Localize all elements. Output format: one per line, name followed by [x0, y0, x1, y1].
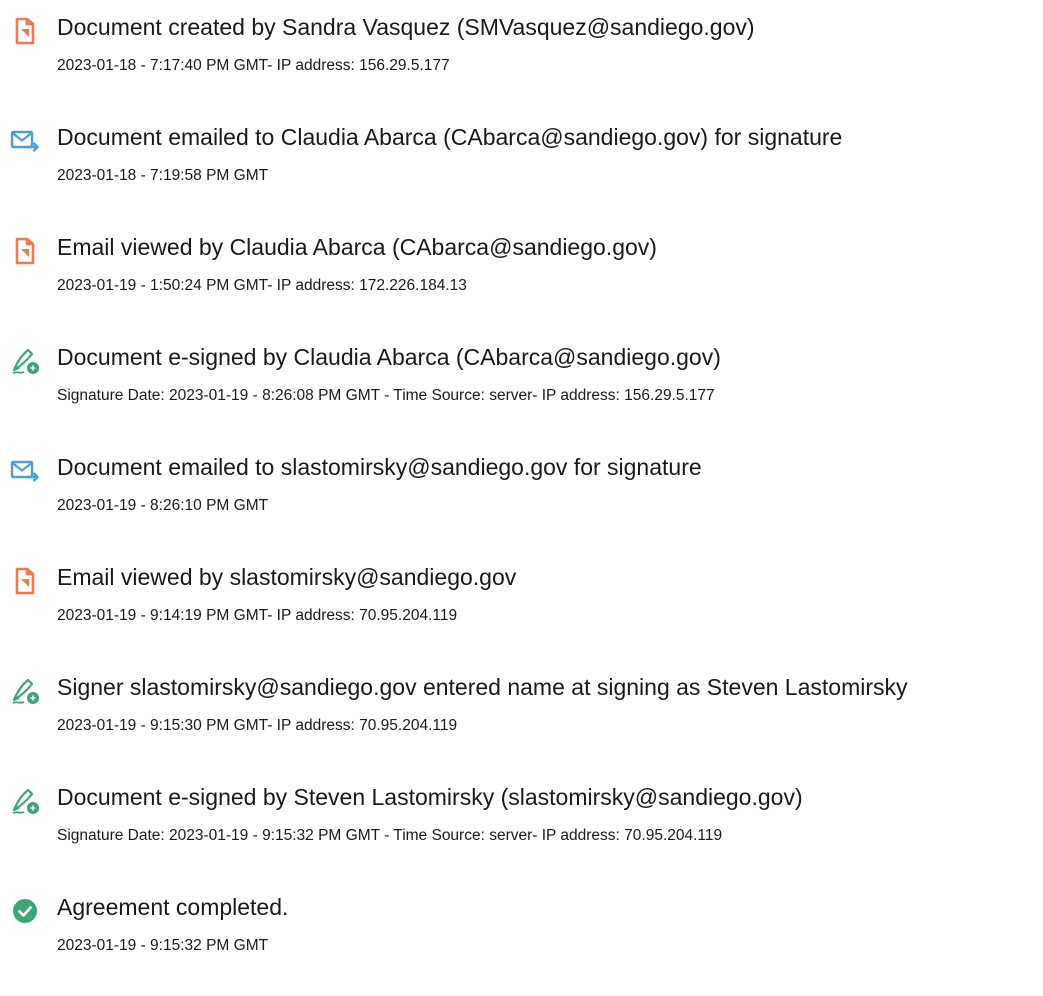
event-title: Document e-signed by Claudia Abarca (CAb… — [57, 344, 721, 370]
event-detail: 2023-01-19 - 9:15:32 PM GMT — [57, 937, 269, 954]
event-detail: 2023-01-19 - 9:14:19 PM GMT- IP address:… — [57, 607, 458, 624]
esign-pen-icon — [10, 786, 40, 816]
document-icon — [10, 16, 40, 46]
email-send-icon — [10, 456, 40, 486]
event-detail: Signature Date: 2023-01-19 - 8:26:08 PM … — [57, 387, 715, 404]
esign-pen-icon — [10, 346, 40, 376]
event-title: Email viewed by Claudia Abarca (CAbarca@… — [57, 234, 657, 260]
esign-pen-icon — [10, 676, 40, 706]
event-detail: 2023-01-19 - 8:26:10 PM GMT — [57, 497, 269, 514]
event-detail: 2023-01-18 - 7:17:40 PM GMT- IP address:… — [57, 57, 450, 74]
event-title: Signer slastomirsky@sandiego.gov entered… — [57, 674, 908, 700]
checkmark-circle-icon — [10, 896, 40, 926]
event-title: Agreement completed. — [57, 894, 289, 920]
event-title: Document created by Sandra Vasquez (SMVa… — [57, 14, 755, 40]
document-icon — [10, 236, 40, 266]
event-detail: 2023-01-18 - 7:19:58 PM GMT — [57, 167, 269, 184]
event-detail: Signature Date: 2023-01-19 - 9:15:32 PM … — [57, 827, 723, 844]
email-send-icon — [10, 126, 40, 156]
event-detail: 2023-01-19 - 1:50:24 PM GMT- IP address:… — [57, 277, 467, 294]
event-title: Document e-signed by Steven Lastomirsky … — [57, 784, 803, 810]
event-title: Document emailed to slastomirsky@sandieg… — [57, 454, 702, 480]
event-title: Email viewed by slastomirsky@sandiego.go… — [57, 564, 517, 590]
event-title: Document emailed to Claudia Abarca (CAba… — [57, 124, 843, 150]
event-detail: 2023-01-19 - 9:15:30 PM GMT- IP address:… — [57, 717, 458, 734]
document-icon — [10, 566, 40, 596]
